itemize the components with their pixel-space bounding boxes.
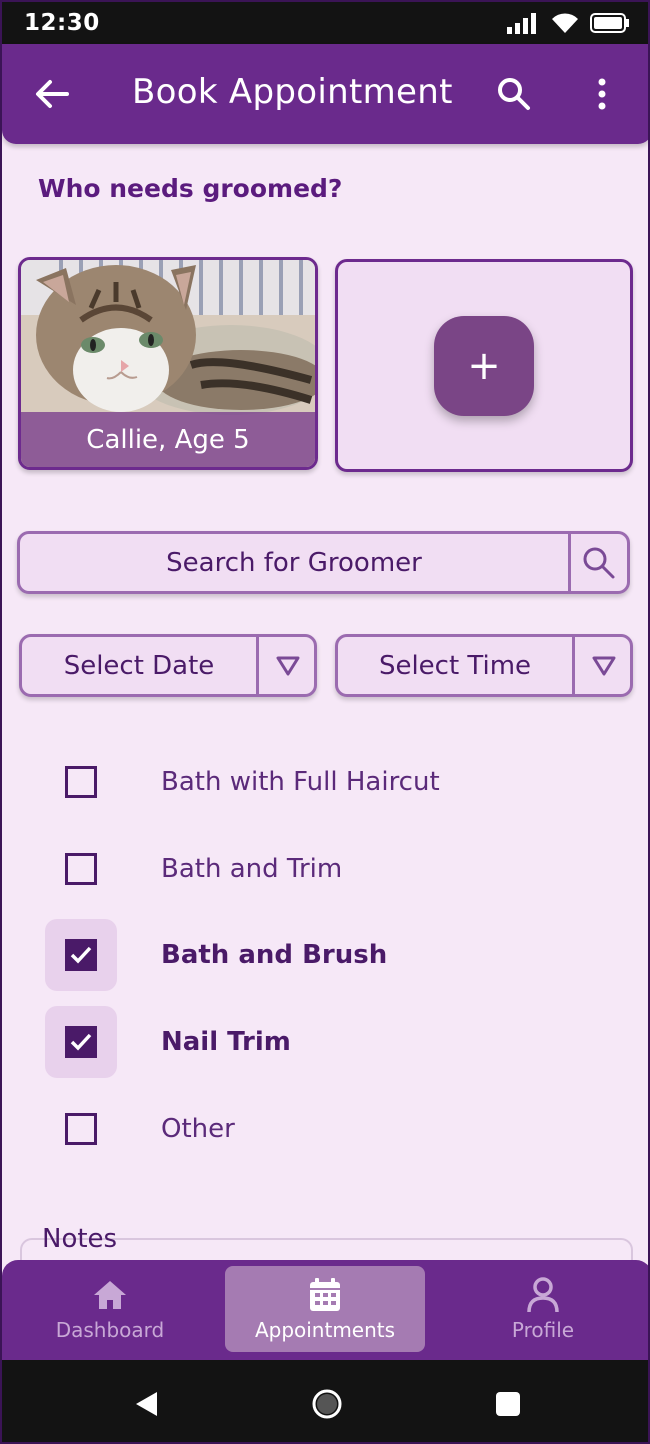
square-recents-icon — [496, 1392, 520, 1416]
triangle-back-icon — [136, 1392, 157, 1416]
status-time: 12:30 — [24, 10, 100, 36]
nav-label-profile: Profile — [511, 1318, 575, 1342]
search-groomer-button[interactable] — [568, 534, 627, 591]
checkbox-container[interactable] — [45, 919, 117, 991]
triangle-down-icon — [592, 656, 615, 675]
service-label: Other — [161, 1114, 235, 1144]
more-vert-icon — [598, 78, 606, 110]
wifi-icon — [552, 13, 578, 33]
triangle-down-icon — [276, 656, 299, 675]
calendar-icon — [310, 1278, 340, 1311]
bottom-navigation: Dashboard Appointments Profile — [2, 1260, 648, 1360]
checkbox[interactable] — [65, 1026, 97, 1058]
page-title: Book Appointment — [132, 72, 453, 112]
service-label: Bath and Brush — [161, 940, 388, 970]
service-option[interactable]: Bath and Brush — [45, 919, 615, 991]
service-label: Bath and Trim — [161, 854, 343, 884]
system-home-button[interactable] — [307, 1384, 347, 1424]
service-option[interactable]: Other — [45, 1093, 615, 1165]
nav-label-dashboard: Dashboard — [55, 1318, 165, 1342]
system-recents-button[interactable] — [488, 1384, 528, 1424]
search-button[interactable] — [494, 74, 534, 114]
app-bar: Book Appointment — [2, 44, 648, 144]
service-option[interactable]: Nail Trim — [45, 1006, 615, 1078]
system-back-button[interactable] — [126, 1384, 166, 1424]
home-icon — [94, 1281, 126, 1309]
checkbox[interactable] — [65, 853, 97, 885]
add-pet-button[interactable]: + — [434, 316, 534, 416]
service-option[interactable]: Bath with Full Haircut — [45, 746, 615, 818]
checkbox[interactable] — [65, 1113, 97, 1145]
checkbox-container[interactable] — [45, 833, 117, 905]
pet-card[interactable]: Callie, Age 5 — [18, 257, 318, 470]
nav-item-appointments[interactable]: Appointments — [225, 1266, 425, 1352]
nav-label-appointments: Appointments — [254, 1318, 396, 1342]
checkmark-icon — [70, 1033, 92, 1051]
select-time-arrow[interactable] — [572, 637, 632, 694]
select-date-arrow[interactable] — [256, 637, 316, 694]
system-navigation-bar — [2, 1360, 648, 1442]
nav-item-profile[interactable]: Profile — [443, 1266, 643, 1352]
battery-icon — [590, 13, 629, 33]
checkbox-container[interactable] — [45, 746, 117, 818]
notes-label: Notes — [42, 1224, 118, 1254]
select-time-label: Select Time — [378, 650, 532, 681]
phone-screen: 12:30 Book Appointment Who needs groomed… — [0, 0, 650, 1444]
add-pet-card[interactable]: + — [335, 259, 633, 472]
search-icon — [583, 547, 615, 578]
service-label: Nail Trim — [161, 1027, 291, 1057]
checkbox[interactable] — [65, 766, 97, 798]
search-groomer-field[interactable]: Search for Groomer — [17, 531, 630, 594]
person-icon — [527, 1277, 559, 1313]
nav-item-dashboard[interactable]: Dashboard — [10, 1266, 210, 1352]
back-button[interactable] — [32, 74, 72, 114]
search-groomer-label: Search for Groomer — [166, 547, 422, 578]
section-title: Who needs groomed? — [38, 174, 343, 203]
status-bar: 12:30 — [2, 2, 648, 44]
more-options-button[interactable] — [582, 74, 622, 114]
plus-icon: + — [467, 343, 501, 389]
service-label: Bath with Full Haircut — [161, 767, 440, 797]
checkmark-icon — [70, 946, 92, 964]
checkbox-container[interactable] — [45, 1093, 117, 1165]
arrow-back-icon — [36, 80, 69, 108]
pet-name-caption: Callie, Age 5 — [21, 412, 315, 467]
search-icon — [498, 78, 530, 110]
select-date-dropdown[interactable]: Select Date — [19, 634, 317, 697]
checkbox[interactable] — [65, 939, 97, 971]
select-time-dropdown[interactable]: Select Time — [335, 634, 633, 697]
circle-home-icon — [312, 1389, 342, 1419]
service-option[interactable]: Bath and Trim — [45, 833, 615, 905]
select-date-label: Select Date — [63, 650, 215, 681]
signal-icon — [507, 13, 536, 34]
status-icons — [506, 11, 630, 35]
checkbox-container[interactable] — [45, 1006, 117, 1078]
